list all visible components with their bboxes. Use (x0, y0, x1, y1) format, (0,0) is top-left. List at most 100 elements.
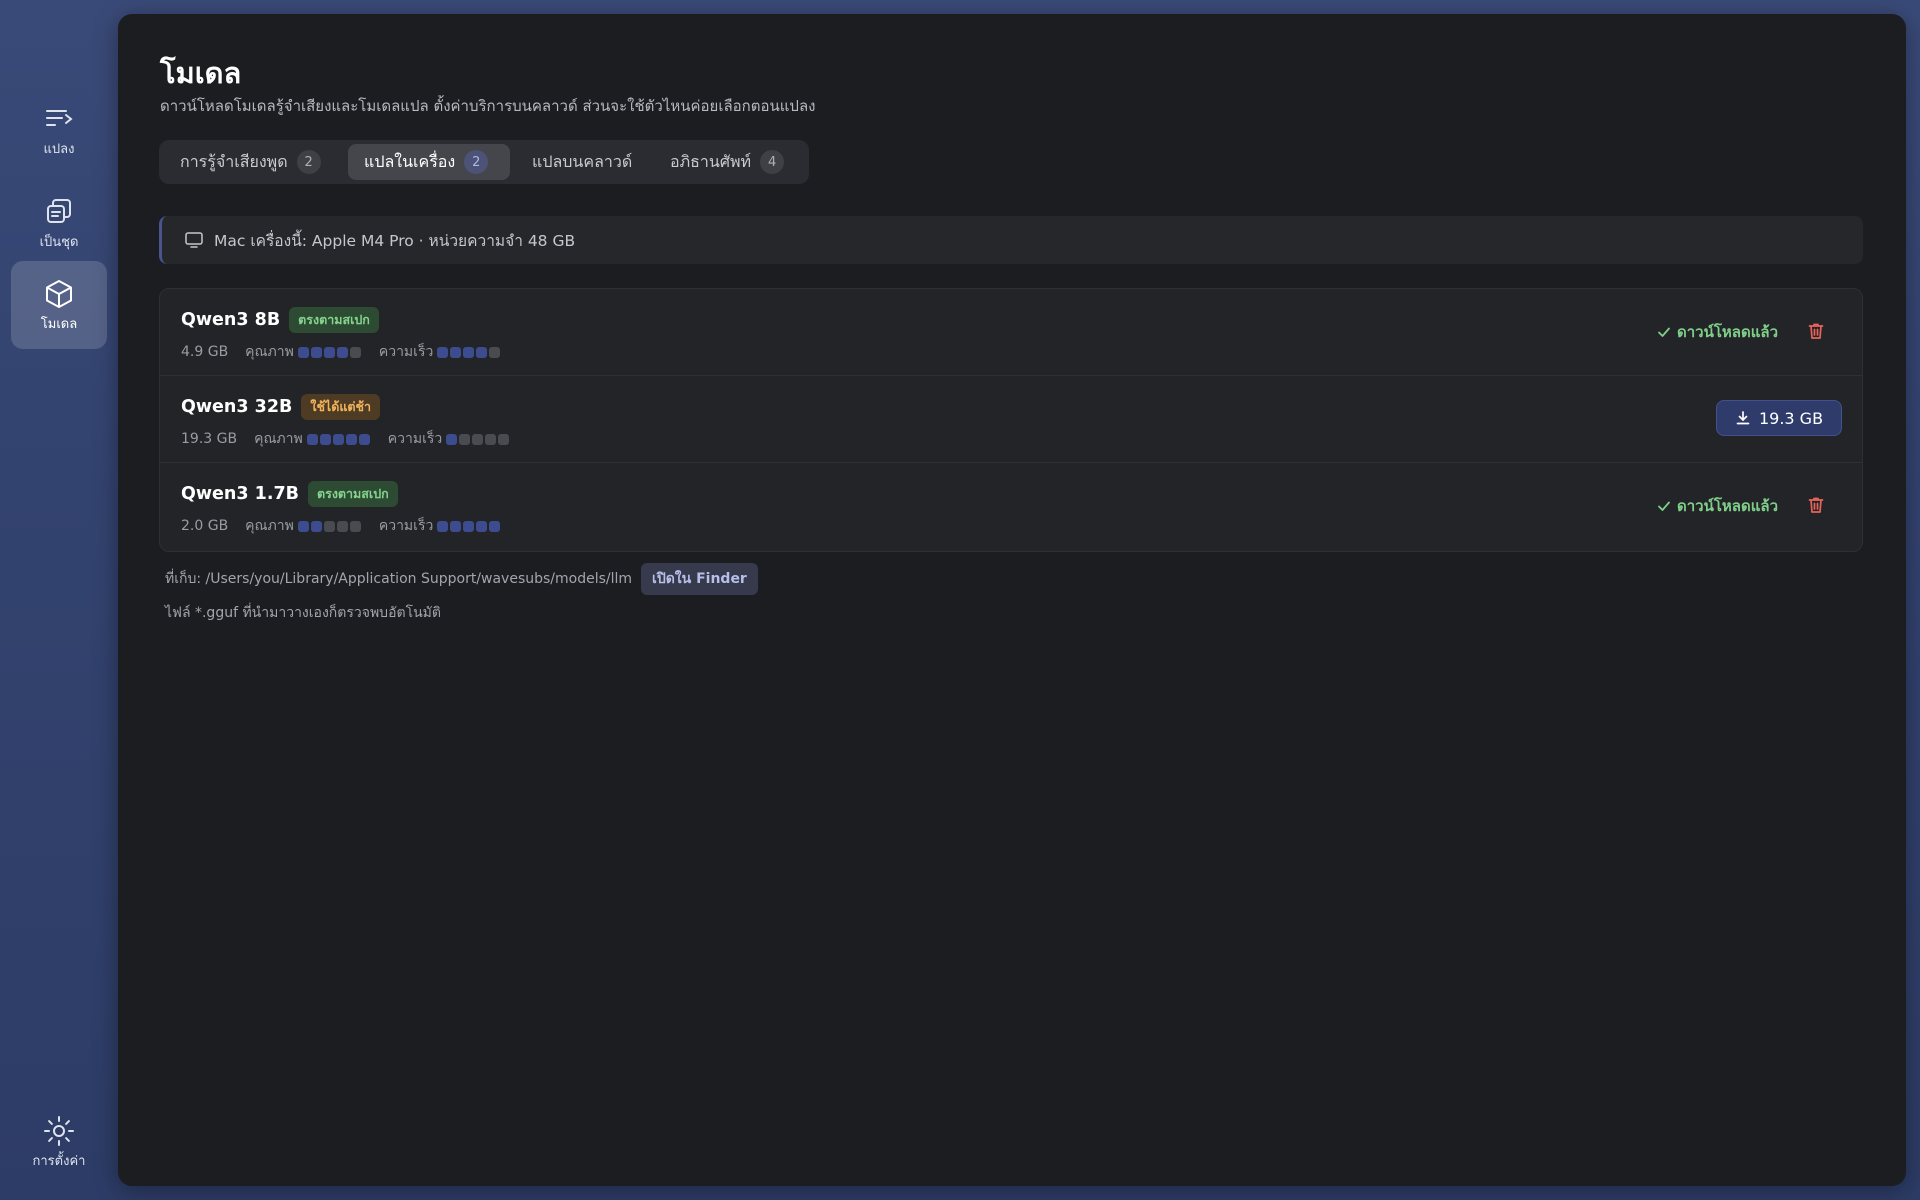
sidebar-item-label: โมเดล (40, 317, 78, 332)
download-button-label: 19.3 GB (1758, 408, 1824, 428)
model-name-group: Qwen3 1.7B ตรงตามสเปก (181, 481, 398, 507)
trash-icon[interactable] (1806, 321, 1826, 341)
rating-dot (476, 346, 488, 358)
rating-dot (450, 346, 462, 358)
rating-dot (472, 433, 484, 445)
check-icon (1658, 327, 1670, 337)
model-name-group: Qwen3 32B ใช้ได้แต่ช้า (181, 394, 381, 420)
translate-list-icon (46, 110, 73, 126)
rating-dot (345, 433, 357, 445)
rating-dot (489, 346, 501, 358)
sidebar: แปลง เป็นชุด โมเดล การตั้งค่า (0, 0, 118, 1200)
speed-label: ความเร็ว (387, 431, 443, 447)
downloaded-status-text: ดาวน์โหลดแล้ว (1676, 323, 1778, 341)
sidebar-item-translate[interactable]: แปลง (11, 86, 107, 174)
model-meta: 4.9 GB คุณภาพ ความเร็ว (181, 341, 518, 363)
model-name: Qwen3 32B (181, 397, 293, 417)
rating-dot (459, 433, 471, 445)
model-name: Qwen3 1.7B (181, 484, 299, 504)
speed-label: ความเร็ว (378, 344, 434, 360)
rating-dot (297, 520, 309, 532)
rating-dot (297, 346, 309, 358)
sidebar-item-models[interactable]: โมเดล (11, 261, 107, 349)
rating-dot (323, 346, 335, 358)
quality-rating (297, 520, 363, 532)
compat-badge: ตรงตามสเปก (289, 307, 379, 333)
machine-info-banner: Mac เครื่องนี้: Apple M4 Pro · หน่วยความ… (159, 216, 1863, 264)
speed-rating (446, 433, 511, 445)
model-size: 4.9 GB (181, 344, 229, 360)
open-in-finder-button[interactable]: เปิดใน Finder (641, 563, 758, 595)
rating-dot (332, 433, 344, 445)
rating-dot (349, 346, 361, 358)
tab-bar: การรู้จำเสียงพูด 2 แปลในเครื่อง 2 แปลบนค… (159, 140, 809, 184)
sidebar-item-batch[interactable]: เป็นชุด (11, 179, 107, 267)
tab-label: แปลบนคลาวด์ (532, 151, 633, 171)
machine-info-text: Mac เครื่องนี้: Apple M4 Pro · หน่วยความ… (214, 231, 576, 250)
storage-path-row: ที่เก็บ: /Users/you/Library/Application … (165, 563, 758, 595)
tab-label: แปลในเครื่อง (364, 151, 456, 171)
quality-rating (306, 433, 372, 445)
tab-label: การรู้จำเสียงพูด (180, 151, 288, 171)
rating-dot (485, 433, 497, 445)
sidebar-item-label: การตั้งค่า (32, 1154, 86, 1169)
rating-dot (336, 520, 348, 532)
cube-icon (46, 280, 72, 308)
downloaded-status: ดาวน์โหลดแล้ว (1657, 494, 1778, 518)
storage-path-text: ที่เก็บ: /Users/you/Library/Application … (165, 571, 633, 587)
tab-count-badge: 4 (760, 150, 785, 174)
sidebar-item-label: แปลง (43, 142, 75, 157)
tab-speech-recognition[interactable]: การรู้จำเสียงพูด 2 (164, 144, 342, 180)
rating-dot (310, 346, 322, 358)
main-panel: โมเดล ดาวน์โหลดโมเดลรู้จำเสียงและโมเดลแป… (118, 14, 1906, 1186)
downloaded-status-text: ดาวน์โหลดแล้ว (1676, 497, 1778, 515)
downloaded-status: ดาวน์โหลดแล้ว (1657, 320, 1778, 344)
rating-dot (306, 433, 318, 445)
model-size: 2.0 GB (181, 518, 229, 534)
monitor-icon (185, 232, 203, 248)
gguf-note: ไฟล์ *.gguf ที่นำมาวางเองก็ตรวจพบอัตโนมั… (165, 605, 441, 621)
rating-dot (446, 433, 458, 445)
tab-local-translation[interactable]: แปลในเครื่อง 2 (348, 144, 510, 180)
model-size: 19.3 GB (181, 431, 238, 447)
quality-rating (297, 346, 363, 358)
rating-dot (498, 433, 510, 445)
model-meta: 2.0 GB คุณภาพ ความเร็ว (181, 515, 518, 537)
trash-icon[interactable] (1806, 495, 1826, 515)
rating-dot (489, 520, 501, 532)
rating-dot (358, 433, 370, 445)
tab-cloud-translation[interactable]: แปลบนคลาวด์ (516, 144, 648, 180)
sun-gear-icon (44, 1116, 74, 1146)
tab-glossary[interactable]: อภิธานศัพท์ 4 (654, 144, 804, 180)
model-list: Qwen3 8B ตรงตามสเปก 4.9 GB คุณภาพ ความเร… (159, 288, 1863, 552)
rating-dot (437, 346, 449, 358)
rating-dot (336, 346, 348, 358)
sidebar-item-label: เป็นชุด (39, 235, 79, 250)
speed-label: ความเร็ว (378, 518, 434, 534)
download-icon (1736, 411, 1750, 425)
model-row: Qwen3 32B ใช้ได้แต่ช้า 19.3 GB คุณภาพ คว… (160, 376, 1862, 463)
rating-dot (310, 520, 322, 532)
model-row: Qwen3 1.7B ตรงตามสเปก 2.0 GB คุณภาพ ความ… (160, 463, 1862, 550)
rating-dot (437, 520, 449, 532)
rating-dot (463, 520, 475, 532)
check-icon (1658, 501, 1670, 511)
rating-dot (319, 433, 331, 445)
speed-rating (437, 346, 502, 358)
compat-badge: ใช้ได้แต่ช้า (301, 394, 381, 420)
model-meta: 19.3 GB คุณภาพ ความเร็ว (181, 428, 527, 450)
page-subtitle: ดาวน์โหลดโมเดลรู้จำเสียงและโมเดลแปล ตั้ง… (160, 97, 816, 115)
tab-label: อภิธานศัพท์ (670, 151, 752, 171)
rating-dot (349, 520, 361, 532)
speed-rating (437, 520, 502, 532)
model-name: Qwen3 8B (181, 310, 281, 330)
tab-count-badge: 2 (296, 150, 321, 174)
download-button[interactable]: 19.3 GB (1716, 400, 1842, 436)
sidebar-item-settings[interactable]: การตั้งค่า (11, 1098, 107, 1186)
rating-dot (463, 346, 475, 358)
rating-dot (450, 520, 462, 532)
model-row: Qwen3 8B ตรงตามสเปก 4.9 GB คุณภาพ ความเร… (160, 289, 1862, 376)
rating-dot (476, 520, 488, 532)
quality-label: คุณภาพ (254, 431, 303, 447)
batch-stack-icon (47, 199, 71, 223)
